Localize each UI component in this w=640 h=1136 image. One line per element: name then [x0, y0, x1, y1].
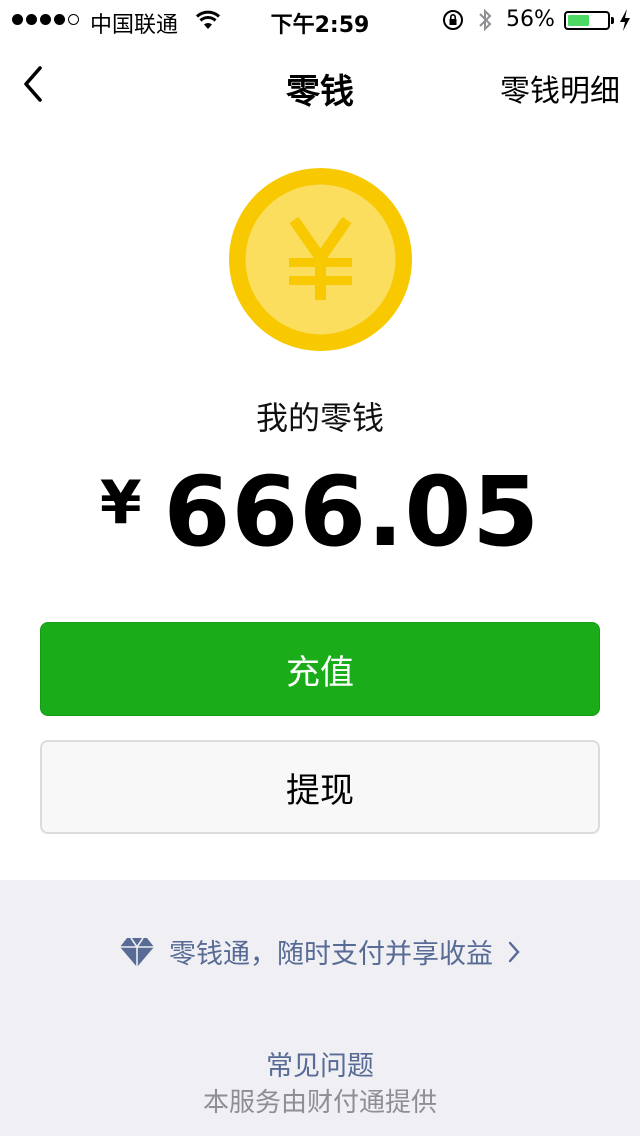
recharge-button[interactable]: 充值 [40, 622, 600, 716]
currency-symbol: ¥ [99, 468, 142, 538]
bluetooth-icon [479, 8, 492, 32]
balance-value: 666.05 [163, 456, 541, 568]
charging-icon [620, 9, 630, 31]
withdraw-button[interactable]: 提现 [40, 740, 600, 834]
change-details-link[interactable]: 零钱明细 [500, 66, 620, 110]
yuan-coin-icon [229, 168, 412, 351]
battery-percent: 56% [506, 7, 555, 32]
promo-link[interactable]: 零钱通，随时支付并享收益 [0, 932, 640, 971]
status-bar: 中国联通 下午2:59 56% [0, 0, 640, 40]
battery-icon [564, 11, 614, 30]
rotation-lock-icon [443, 10, 463, 30]
balance-amount: ¥666.05 [0, 456, 640, 568]
chevron-right-icon [508, 941, 520, 962]
provider-note: 本服务由财付通提供 [202, 1088, 437, 1118]
balance-label: 我的零钱 [255, 399, 384, 437]
diamond-icon [120, 937, 154, 967]
footer-section: 零钱通，随时支付并享收益 常见问题 本服务由财付通提供 [0, 880, 640, 1136]
navigation-bar: 零钱 零钱明细 [0, 40, 640, 128]
promo-text: 零钱通，随时支付并享收益 [169, 939, 493, 970]
faq-link[interactable]: 常见问题 [0, 1044, 640, 1083]
